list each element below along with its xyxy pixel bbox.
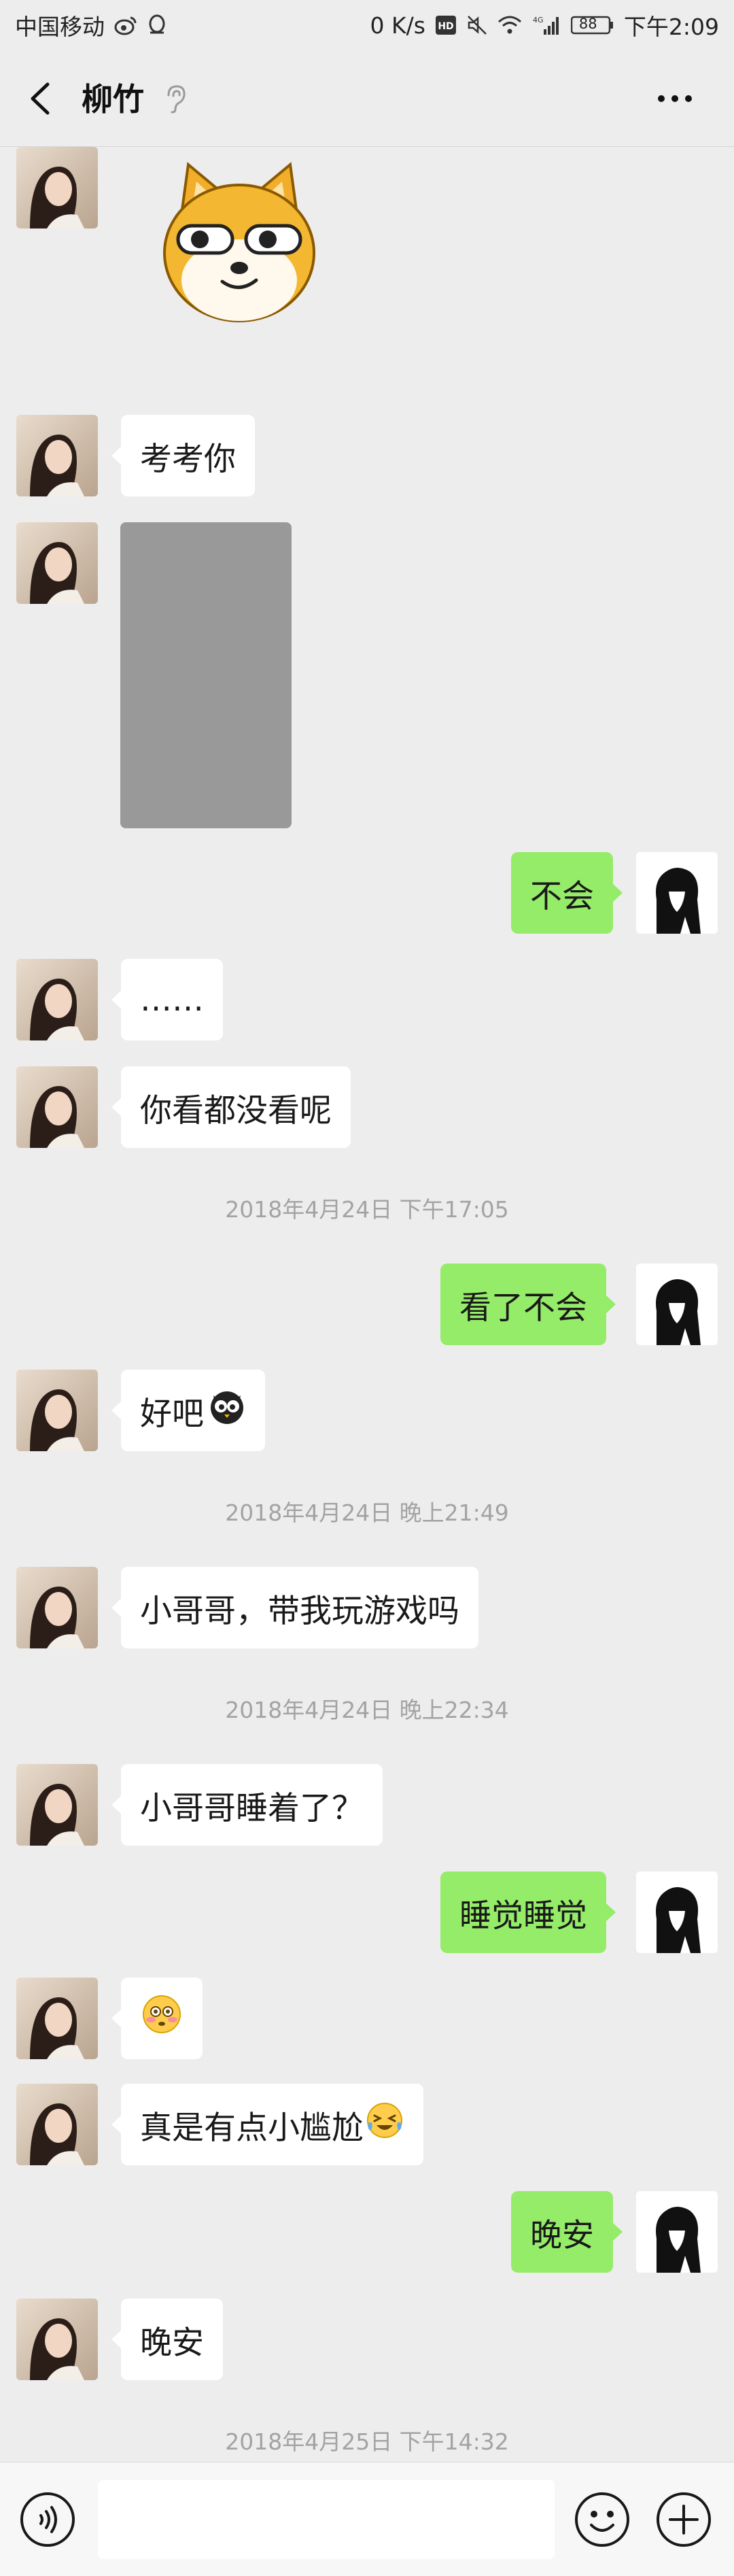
laughing-crying-emoji — [365, 2101, 404, 2148]
shiba-doge-sticker[interactable] — [151, 151, 328, 328]
image-message[interactable] — [120, 522, 292, 828]
my-avatar[interactable] — [636, 852, 718, 934]
signal-4g-icon: 4G — [531, 14, 561, 36]
timestamp: 2018年4月24日 下午17:05 — [225, 1196, 509, 1223]
emoji-button[interactable] — [572, 2490, 632, 2549]
svg-text:HD: HD — [438, 21, 453, 32]
contact-avatar[interactable] — [16, 1370, 98, 1451]
contact-avatar[interactable] — [16, 959, 98, 1040]
status-bar: 中国移动 0 K/s HD 4G 88 下午2:09 — [0, 0, 734, 50]
message-text: 晚安 — [140, 2324, 204, 2362]
my-message-bubble[interactable]: 看了不会 — [440, 1264, 616, 1345]
chat-screen: 中国移动 0 K/s HD 4G 88 下午2:09 柳竹 考考你 不会 …… … — [0, 0, 734, 2576]
flushed-face-emoji — [141, 1994, 182, 2043]
message-text: 不会 — [530, 877, 594, 915]
back-button[interactable] — [20, 76, 61, 121]
voice-button[interactable] — [18, 2490, 77, 2549]
chat-header: 柳竹 — [0, 50, 734, 147]
message-bubble[interactable]: …… — [111, 959, 223, 1040]
more-functions-button[interactable] — [654, 2490, 714, 2549]
message-text: 考考你 — [140, 440, 236, 478]
message-bubble[interactable]: 小哥哥，带我玩游戏吗 — [111, 1567, 478, 1648]
message-text: 真是有点小尴尬 — [140, 2109, 364, 2147]
contact-avatar[interactable] — [16, 1764, 98, 1846]
contact-avatar[interactable] — [16, 2299, 98, 2380]
message-bubble[interactable]: 考考你 — [111, 415, 255, 496]
plus-circle-icon — [657, 2492, 711, 2547]
message-text: 小哥哥睡着了？ — [140, 1789, 364, 1827]
my-message-bubble[interactable]: 晚安 — [511, 2191, 623, 2273]
message-bubble[interactable] — [111, 1978, 203, 2059]
ear-icon — [162, 83, 189, 114]
weibo-notification-icon — [114, 15, 137, 35]
battery-level: 88 — [578, 16, 597, 32]
my-avatar[interactable] — [636, 1264, 718, 1345]
contact-avatar[interactable] — [16, 1978, 98, 2059]
hd-icon: HD — [435, 15, 457, 35]
message-text: 好吧 — [140, 1395, 204, 1433]
contact-avatar[interactable] — [16, 147, 98, 228]
my-message-bubble[interactable]: 不会 — [511, 852, 623, 934]
contact-avatar[interactable] — [16, 415, 98, 496]
mute-icon — [466, 14, 488, 36]
wifi-icon — [497, 15, 522, 35]
message-input[interactable] — [98, 2480, 555, 2559]
owl-emoji — [208, 1387, 246, 1434]
more-options-button[interactable] — [651, 80, 699, 117]
timestamp: 2018年4月24日 晚上21:49 — [225, 1499, 509, 1526]
message-bubble[interactable]: 晚安 — [111, 2299, 223, 2380]
clock: 下午2:09 — [623, 14, 719, 40]
more-dots-icon — [658, 95, 692, 102]
contact-name: 柳竹 — [82, 81, 144, 118]
timestamp: 2018年4月25日 下午14:32 — [225, 2428, 509, 2455]
message-text: 晚安 — [530, 2216, 594, 2254]
emoji-face-icon — [575, 2492, 629, 2547]
my-avatar[interactable] — [636, 2191, 718, 2273]
message-text: 小哥哥，带我玩游戏吗 — [140, 1592, 459, 1630]
contact-avatar[interactable] — [16, 1567, 98, 1648]
network-speed: 0 K/s — [370, 12, 425, 39]
message-bubble[interactable]: 好吧 — [111, 1370, 265, 1451]
carrier-label: 中国移动 — [15, 14, 105, 40]
my-avatar[interactable] — [636, 1871, 718, 1953]
contact-avatar[interactable] — [16, 1066, 98, 1148]
contact-avatar[interactable] — [16, 522, 98, 604]
message-bubble[interactable]: 真是有点小尴尬 — [111, 2084, 423, 2165]
message-text: 看了不会 — [459, 1289, 587, 1327]
message-bubble[interactable]: 你看都没看呢 — [111, 1066, 351, 1148]
chevron-left-icon — [31, 82, 50, 115]
voice-icon — [20, 2492, 75, 2547]
message-text: …… — [140, 981, 204, 1019]
contact-avatar[interactable] — [16, 2084, 98, 2165]
timestamp: 2018年4月24日 晚上22:34 — [225, 1697, 509, 1723]
message-text: 睡觉睡觉 — [459, 1897, 587, 1935]
battery-icon: 88 — [570, 15, 614, 35]
message-text: 你看都没看呢 — [140, 1091, 332, 1130]
my-message-bubble[interactable]: 睡觉睡觉 — [440, 1871, 616, 1953]
qq-notification-icon — [147, 14, 167, 37]
network-type-label: 4G — [533, 16, 544, 24]
input-bar — [0, 2462, 734, 2576]
message-bubble[interactable]: 小哥哥睡着了？ — [111, 1764, 383, 1846]
